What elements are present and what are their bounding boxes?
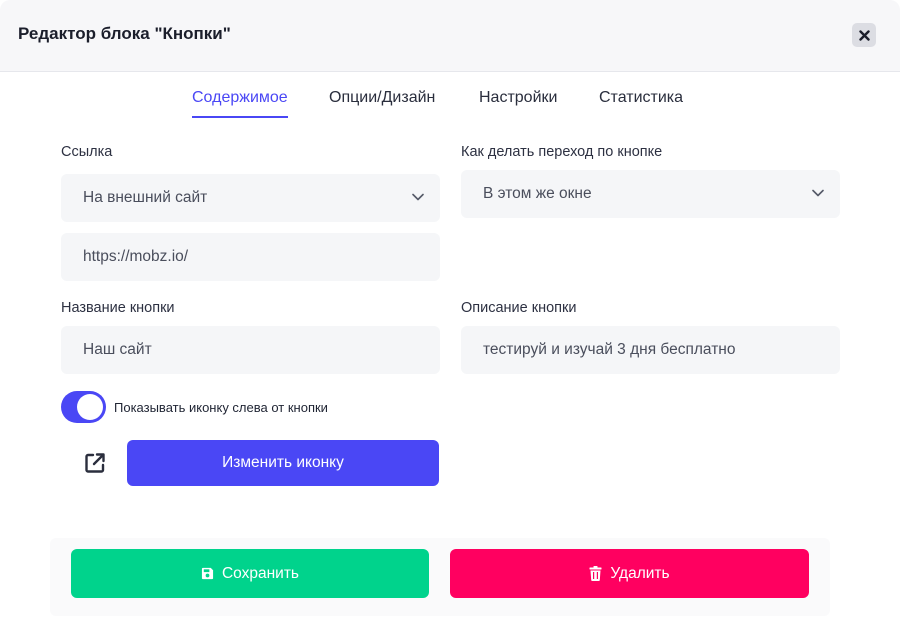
transition-value: В этом же окне (483, 185, 592, 202)
tab-options-design[interactable]: Опции/Дизайн (329, 86, 435, 118)
tab-content[interactable]: Содержимое (192, 86, 288, 118)
save-icon (201, 567, 214, 580)
button-name-label: Название кнопки (61, 300, 175, 316)
transition-select[interactable]: В этом же окне (461, 170, 840, 218)
modal-header: Редактор блока "Кнопки" (0, 0, 900, 72)
button-description-input[interactable]: тестируй и изучай 3 дня бесплатно (461, 326, 840, 374)
close-icon (858, 29, 870, 41)
button-block-editor-modal: Редактор блока "Кнопки" Содержимое Опции… (0, 0, 900, 636)
save-button[interactable]: Сохранить (71, 549, 429, 598)
external-link-icon[interactable] (83, 451, 107, 475)
show-icon-toggle[interactable] (61, 391, 106, 423)
modal-title: Редактор блока "Кнопки" (18, 24, 231, 43)
button-name-input[interactable]: Наш сайт (61, 326, 440, 374)
save-label: Сохранить (221, 564, 300, 582)
link-type-value: На внешний сайт (83, 189, 208, 206)
transition-label: Как делать переход по кнопке (461, 144, 663, 160)
link-label: Ссылка (61, 144, 113, 160)
link-url-value: https://mobz.io/ (83, 248, 189, 265)
tab-settings[interactable]: Настройки (479, 86, 557, 118)
link-type-select[interactable]: На внешний сайт (61, 174, 440, 222)
show-icon-label: Показывать иконку слева от кнопки (114, 400, 328, 415)
trash-icon (589, 566, 602, 581)
button-description-value: тестируй и изучай 3 дня бесплатно (483, 341, 736, 358)
tab-bar: Содержимое Опции/Дизайн Настройки Статис… (0, 86, 900, 120)
change-icon-label: Изменить иконку (222, 454, 344, 471)
tab-statistics[interactable]: Статистика (599, 86, 683, 118)
chevron-down-icon (812, 189, 824, 197)
delete-button[interactable]: Удалить (450, 549, 809, 598)
change-icon-button[interactable]: Изменить иконку (127, 440, 439, 486)
delete-label: Удалить (610, 564, 670, 582)
link-url-input[interactable]: https://mobz.io/ (61, 233, 440, 281)
button-description-label: Описание кнопки (461, 300, 577, 316)
toggle-knob (77, 394, 103, 420)
button-name-value: Наш сайт (83, 341, 152, 358)
close-button[interactable] (852, 23, 876, 47)
chevron-down-icon (412, 193, 424, 201)
